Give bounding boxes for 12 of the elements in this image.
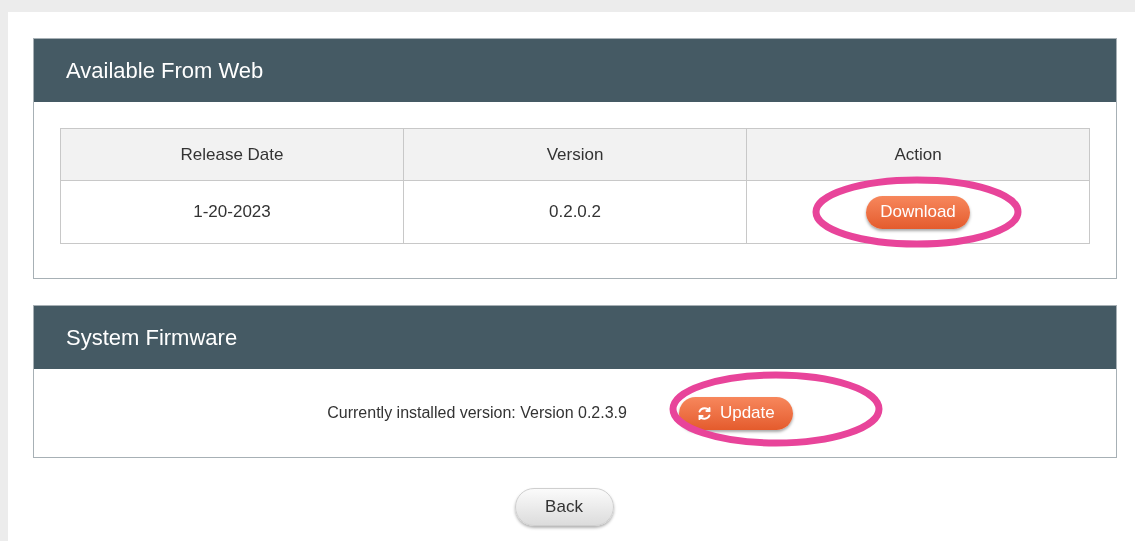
back-button[interactable]: Back xyxy=(514,488,614,526)
download-button[interactable]: Download xyxy=(866,195,970,229)
installed-version-text: Currently installed version: Version 0.2.3.9 xyxy=(327,403,627,423)
panel-title: Available From Web xyxy=(66,57,264,85)
refresh-icon xyxy=(696,405,712,421)
table-cell: 1-20-2023 xyxy=(60,180,404,244)
column-header: Action xyxy=(746,128,1090,181)
column-header: Release Date xyxy=(60,128,404,181)
column-header: Version xyxy=(403,128,747,181)
panel-title: System Firmware xyxy=(66,324,238,352)
table-cell: 0.2.0.2 xyxy=(403,180,747,244)
update-button[interactable]: Update xyxy=(678,396,793,430)
